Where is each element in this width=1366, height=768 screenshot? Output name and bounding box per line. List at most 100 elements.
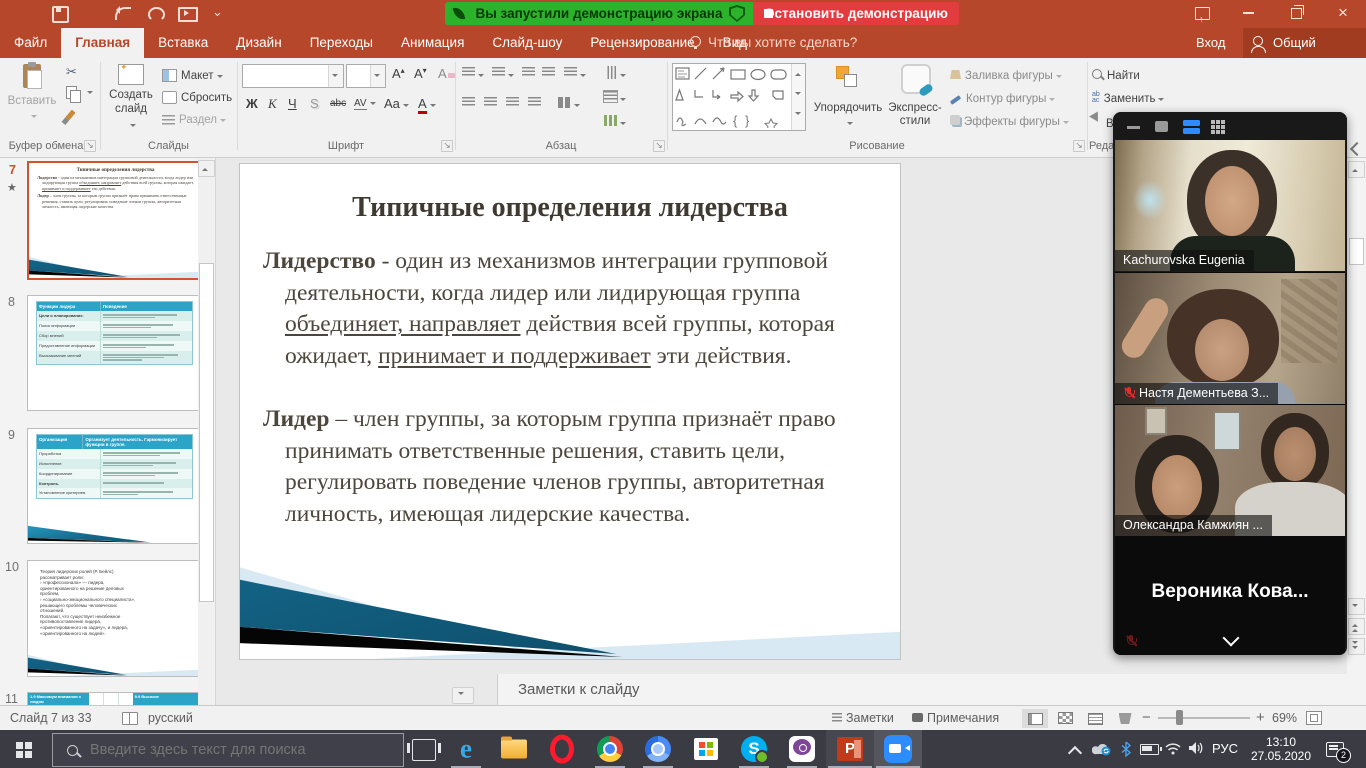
grow-font-button[interactable]: А▴ [392,66,405,81]
line-spacing-button[interactable] [564,66,586,81]
taskbar-search[interactable] [52,733,404,767]
share-button[interactable]: Общий доступ [1243,28,1366,58]
search-input[interactable] [88,741,372,759]
tab-slideshow[interactable]: Слайд-шоу [478,28,576,58]
decrease-indent-button[interactable] [522,66,535,81]
columns-button[interactable] [558,96,580,111]
task-view-icon[interactable] [412,739,436,761]
arrange-button[interactable]: Упорядочить [812,64,884,132]
slide-canvas[interactable]: Типичные определения лидерства Лидерство… [239,163,901,660]
text-shadow-button[interactable]: S [310,96,319,111]
align-text-button[interactable] [604,90,626,105]
view-sorter-button[interactable] [1052,709,1078,728]
align-left-button[interactable] [462,96,475,111]
quick-styles-button[interactable]: Экспресс- стили [888,64,942,128]
tab-home[interactable]: Главная [61,28,144,58]
start-button[interactable] [0,730,48,768]
tab-design[interactable]: Дизайн [222,28,295,58]
shape-fill-button[interactable]: Заливка фигуры [950,67,1062,82]
thumbnail-slide-9[interactable]: ОрганизацияОрганизует деятельность. Гарм… [27,428,202,544]
language-tray[interactable]: РУС [1212,741,1238,756]
thumbnail-slide-10[interactable]: Теория лидерских ролей (Р. Бейлс) рассма… [27,560,202,677]
redo-icon[interactable] [148,7,165,22]
character-spacing-button[interactable]: AV [354,98,376,109]
new-slide-button[interactable]: Создать слайд [104,62,158,132]
tab-review[interactable]: Рецензирование [576,28,708,58]
change-case-button[interactable]: Aa [384,96,409,111]
fit-to-window-icon[interactable] [1306,711,1322,725]
comments-toggle[interactable]: Примечания [912,711,999,725]
tab-file[interactable]: Файл [0,28,61,58]
taskbar-opera[interactable] [538,730,586,768]
taskbar-viber[interactable] [778,730,826,768]
taskbar-edge[interactable]: e [442,730,490,768]
notes-pane[interactable]: Заметки к слайду [216,674,1366,705]
wifi-icon[interactable] [1164,741,1182,755]
language-indicator[interactable]: русский [148,711,193,725]
editor-scrollbar[interactable] [1347,158,1366,705]
video-tile-2[interactable]: Настя Дементьева З... [1115,272,1345,404]
font-color-button[interactable]: А [418,96,436,111]
ribbon-display-options-button[interactable] [1186,0,1220,26]
tab-insert[interactable]: Вставка [144,28,222,58]
increase-indent-button[interactable] [542,66,555,81]
zoom-level[interactable]: 69% [1272,711,1297,725]
paragraph-dialog-launcher[interactable]: ↘ [653,140,665,152]
shapes-gallery[interactable]: {} [672,63,806,131]
taskbar-explorer[interactable] [490,730,538,768]
zoom-out-button[interactable]: − [1142,709,1151,726]
paste-button[interactable]: Вставить [4,62,60,124]
zoom-slider-thumb[interactable] [1176,710,1183,725]
numbering-button[interactable] [492,66,514,81]
tray-clock[interactable]: 13:10 27.05.2020 [1246,735,1316,763]
zoom-strip-view-icon[interactable] [1183,120,1200,126]
zoom-gallery-view-icon[interactable] [1211,120,1225,134]
bullets-button[interactable] [462,66,484,81]
previous-slide-button[interactable] [1348,618,1365,635]
clear-formatting-button[interactable]: A [438,66,455,81]
thumb-scroll-up-button[interactable] [198,160,215,177]
align-center-button[interactable] [484,96,497,111]
chevron-down-icon[interactable] [1223,630,1240,647]
qat-customize-icon[interactable]: ⌄ [212,4,223,20]
smartart-button[interactable] [604,114,626,129]
thumbnail-slide-7[interactable]: Типичные определения лидерства Лидерство… [27,161,204,280]
tab-animations[interactable]: Анимация [387,28,478,58]
notes-toggle[interactable]: Заметки [832,711,894,725]
underline-button[interactable]: Ч [288,96,297,111]
zoom-speaker-view-icon[interactable] [1155,121,1168,132]
drawing-dialog-launcher[interactable]: ↘ [1073,140,1085,152]
tell-me-box[interactable]: Что вы хотите сделать? [708,28,857,58]
strikethrough-button[interactable]: abc [330,98,346,109]
video-tile-3[interactable]: Олександра Камжиян ... [1115,404,1345,536]
shape-outline-button[interactable]: Контур фигуры [950,90,1055,105]
shapes-scroll[interactable] [791,64,805,130]
thumbnail-slide-8[interactable]: Функции лидераПоведение Цели и планирова… [27,295,202,411]
sign-in-button[interactable]: Вход [1196,28,1225,58]
restore-button[interactable] [1280,0,1314,26]
view-reading-button[interactable] [1082,709,1108,728]
bluetooth-icon[interactable] [1120,741,1132,757]
clipboard-dialog-launcher[interactable]: ↘ [84,140,96,152]
justify-button[interactable] [528,96,541,111]
notes-scroll-down-button[interactable] [452,687,474,704]
reset-button[interactable]: Сбросить [162,89,232,104]
scroll-down-button[interactable] [1348,598,1365,615]
spellcheck-icon[interactable] [122,712,138,725]
taskbar-skype[interactable]: S [730,730,778,768]
taskbar-store[interactable] [682,730,730,768]
next-slide-button[interactable] [1348,638,1365,655]
thumbnail-scrollbar[interactable] [198,158,214,705]
section-button[interactable]: Раздел [162,111,226,126]
cut-icon[interactable]: ✂ [66,64,77,80]
taskbar-zoom[interactable] [874,730,922,768]
onedrive-icon[interactable] [1092,741,1112,756]
scroll-up-button[interactable] [1348,161,1365,178]
scroll-thumb[interactable] [1349,238,1364,265]
font-size-combo[interactable] [346,64,386,88]
find-button[interactable]: Найти [1092,67,1140,82]
undo-icon[interactable] [115,7,131,20]
video-tile-1[interactable]: Kachurovska Eugenia [1115,140,1345,271]
font-dialog-launcher[interactable]: ↘ [441,140,453,152]
text-direction-button[interactable] [604,66,626,81]
